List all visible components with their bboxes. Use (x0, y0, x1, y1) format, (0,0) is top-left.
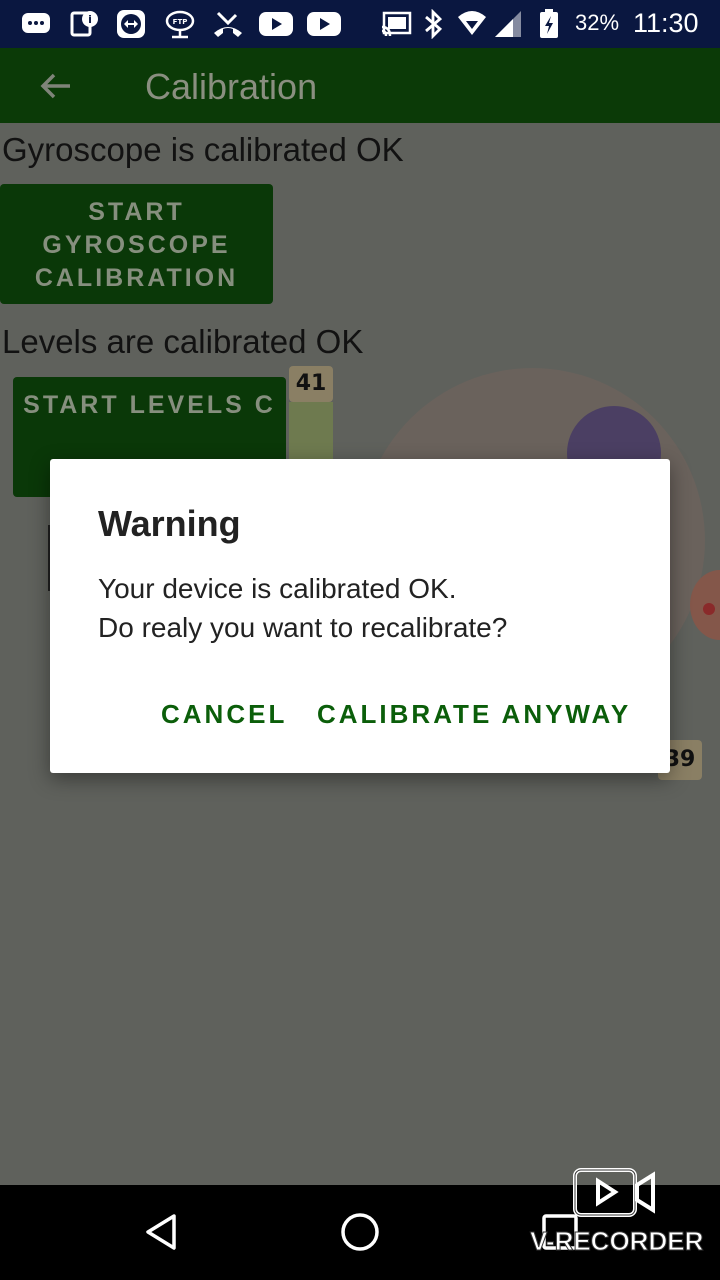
back-triangle-icon[interactable] (140, 1210, 184, 1254)
recorder-watermark: V-RECORDER (529, 1226, 704, 1257)
wifi-icon (458, 11, 486, 35)
dialog-message: Your device is calibrated OK. Do realy y… (98, 569, 507, 647)
gyroscope-status-text: Gyroscope is calibrated OK (2, 131, 404, 168)
svg-text:i: i (88, 13, 92, 26)
status-bar: i FTP 32% 11:30 (0, 0, 720, 48)
youtube-icon (307, 12, 341, 36)
level-readout-top: 41 (289, 366, 333, 402)
battery-charging-icon (540, 9, 558, 38)
dialog-message-line: Your device is calibrated OK. (98, 573, 457, 604)
svg-text:FTP: FTP (173, 18, 188, 26)
levels-status-text: Levels are calibrated OK (2, 323, 364, 360)
info-icon: i (70, 11, 98, 37)
level-bar (289, 402, 333, 462)
chat-icon (22, 13, 50, 33)
signal-icon (495, 11, 521, 37)
calibrate-anyway-button[interactable]: CALIBRATE ANYWAY (317, 699, 631, 730)
clock: 11:30 (633, 8, 699, 38)
battery-percentage: 32% (575, 10, 620, 35)
youtube-icon (259, 12, 293, 36)
dialog-title: Warning (98, 503, 241, 544)
warning-dialog: Warning Your device is calibrated OK. Do… (50, 459, 670, 773)
dialog-message-line: Do realy you want to recalibrate? (98, 612, 508, 643)
ftp-cloud-icon: FTP (165, 10, 195, 39)
record-dot-icon (703, 603, 715, 615)
home-circle-icon[interactable] (338, 1210, 382, 1254)
start-gyroscope-calibration-button[interactable]: START GYROSCOPE CALIBRATION (0, 184, 273, 304)
cast-icon (381, 11, 412, 37)
cancel-button[interactable]: CANCEL (161, 699, 287, 730)
video-recorder-icon (573, 1168, 655, 1217)
missed-call-icon (214, 11, 242, 37)
bluetooth-icon (425, 9, 443, 39)
teamviewer-icon (117, 10, 145, 38)
arrow-left-icon[interactable] (36, 66, 76, 106)
app-bar: Calibration (0, 48, 720, 123)
page-title: Calibration (145, 66, 318, 107)
